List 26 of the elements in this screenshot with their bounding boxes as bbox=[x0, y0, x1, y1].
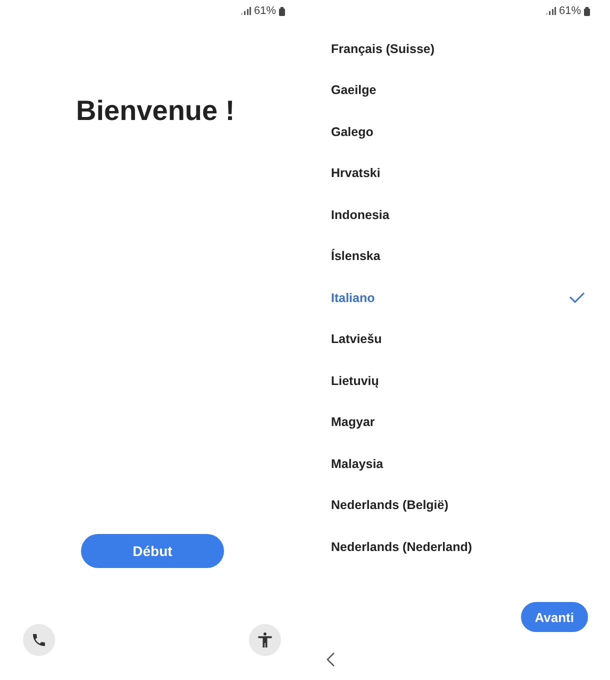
checkmark-icon bbox=[569, 292, 585, 304]
language-option[interactable]: Nederlands (Nederland) bbox=[305, 526, 610, 568]
accessibility-icon[interactable] bbox=[249, 624, 281, 656]
back-icon[interactable] bbox=[326, 652, 335, 667]
signal-icon bbox=[240, 7, 251, 15]
language-option[interactable]: Hrvatski bbox=[305, 152, 610, 194]
signal-icon bbox=[546, 7, 556, 15]
welcome-title: Bienvenue ! bbox=[76, 95, 236, 127]
language-option[interactable]: Galego bbox=[305, 111, 610, 152]
language-option[interactable]: Íslenska bbox=[305, 236, 610, 277]
language-option[interactable]: Nederlands (België) bbox=[305, 484, 610, 526]
language-option[interactable]: Italiano bbox=[305, 277, 610, 318]
battery-percentage: 61% bbox=[558, 5, 581, 17]
language-option[interactable]: Français (Suisse) bbox=[305, 28, 610, 70]
language-option[interactable]: Indonesia bbox=[305, 194, 610, 236]
language-option[interactable]: Magyar bbox=[305, 402, 610, 443]
language-option[interactable]: Gaeilge bbox=[305, 70, 610, 111]
battery-percentage: 61% bbox=[254, 5, 276, 17]
battery-icon bbox=[584, 6, 590, 16]
next-button[interactable]: Avanti bbox=[520, 602, 588, 632]
language-option[interactable]: Lietuvių bbox=[305, 360, 610, 402]
phone-icon[interactable] bbox=[23, 624, 55, 656]
start-button[interactable]: Début bbox=[81, 534, 224, 568]
language-option[interactable]: Malaysia bbox=[305, 443, 610, 484]
language-option[interactable]: Latviešu bbox=[305, 318, 610, 360]
battery-icon bbox=[279, 6, 285, 16]
